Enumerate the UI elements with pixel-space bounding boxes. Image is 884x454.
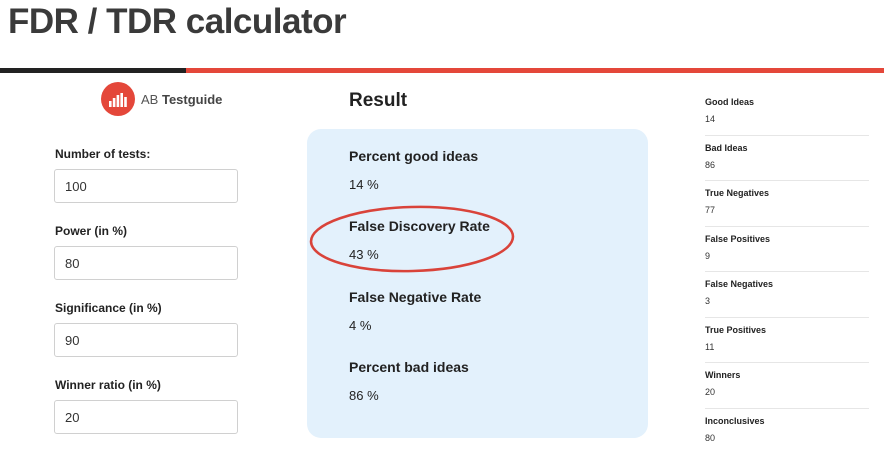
header-rule-accent: [186, 68, 884, 73]
number-of-tests-input[interactable]: [54, 169, 238, 203]
false-negative-rate-label: False Negative Rate: [349, 289, 481, 305]
stat-value: 20: [705, 387, 869, 397]
stat-label: Inconclusives: [705, 415, 869, 430]
logo-name: Testguide: [162, 92, 222, 107]
bar-chart-logo-icon: [101, 82, 135, 116]
stat-value: 11: [705, 342, 869, 352]
stat-row-false-negatives: False Negatives 3: [705, 272, 869, 318]
stat-row-good-ideas: Good Ideas 14: [705, 90, 869, 136]
percent-bad-ideas-label: Percent bad ideas: [349, 359, 469, 375]
winner-ratio-label: Winner ratio (in %): [55, 378, 161, 392]
winner-ratio-input[interactable]: [54, 400, 238, 434]
result-heading: Result: [349, 90, 407, 112]
stat-row-inconclusives: Inconclusives 80: [705, 409, 869, 454]
stat-value: 14: [705, 114, 869, 124]
stat-row-true-negatives: True Negatives 77: [705, 181, 869, 227]
stat-label: False Negatives: [705, 278, 869, 293]
abtestguide-logo[interactable]: AB Testguide: [101, 82, 222, 116]
power-label: Power (in %): [55, 224, 127, 238]
percent-good-ideas-value: 14 %: [349, 177, 379, 192]
stat-row-bad-ideas: Bad Ideas 86: [705, 136, 869, 182]
stat-label: True Negatives: [705, 187, 869, 202]
false-negative-rate-value: 4 %: [349, 318, 371, 333]
percent-bad-ideas-value: 86 %: [349, 388, 379, 403]
page-title: FDR / TDR calculator: [8, 0, 346, 44]
stat-value: 80: [705, 433, 869, 443]
stat-value: 9: [705, 251, 869, 261]
stat-row-true-positives: True Positives 11: [705, 318, 869, 364]
stat-label: Bad Ideas: [705, 142, 869, 157]
significance-label: Significance (in %): [55, 301, 162, 315]
logo-prefix: AB: [141, 92, 158, 107]
percent-good-ideas-label: Percent good ideas: [349, 148, 478, 164]
stat-label: False Positives: [705, 233, 869, 248]
significance-input[interactable]: [54, 323, 238, 357]
stat-value: 3: [705, 296, 869, 306]
number-of-tests-label: Number of tests:: [55, 147, 150, 161]
highlight-annotation-ellipse: [308, 203, 520, 275]
stat-value: 86: [705, 160, 869, 170]
stat-label: Good Ideas: [705, 96, 869, 111]
stat-label: True Positives: [705, 324, 869, 339]
power-input[interactable]: [54, 246, 238, 280]
stats-list: Good Ideas 14 Bad Ideas 86 True Negative…: [705, 90, 869, 454]
stat-label: Winners: [705, 369, 869, 384]
stat-row-winners: Winners 20: [705, 363, 869, 409]
header-rule-dark: [0, 68, 186, 73]
stat-value: 77: [705, 205, 869, 215]
stat-row-false-positives: False Positives 9: [705, 227, 869, 273]
logo-text: AB Testguide: [141, 92, 222, 107]
